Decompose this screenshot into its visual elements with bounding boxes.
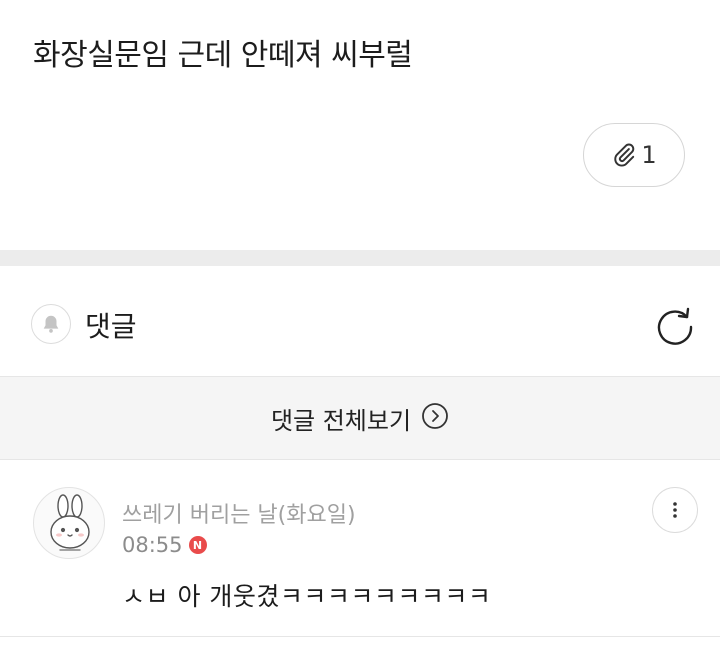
attachment-button[interactable]: 1 [583, 123, 685, 187]
view-all-comments-button[interactable]: 댓글 전체보기 [0, 376, 720, 460]
rabbit-avatar-icon[interactable] [33, 487, 105, 559]
comments-title: 댓글 [85, 310, 137, 343]
bottom-divider [0, 636, 720, 637]
post-text: 화장실문임 근데 안떼져 씨부럴 [33, 38, 413, 73]
refresh-icon[interactable] [654, 304, 696, 346]
more-vertical-icon[interactable] [652, 487, 698, 533]
chevron-right-circle-icon [421, 402, 449, 434]
attachment-count: 1 [641, 141, 657, 169]
comment-meta: 08:55 N [122, 533, 207, 557]
comment-text: ㅅㅂ 아 개웃겼ㅋㅋㅋㅋㅋㅋㅋㅋㅋ [122, 582, 492, 611]
post-body: 화장실문임 근데 안떼져 씨부럴 1 [0, 0, 720, 250]
view-all-label: 댓글 전체보기 [270, 406, 412, 435]
bell-icon[interactable] [31, 304, 71, 344]
paperclip-icon [611, 142, 637, 168]
section-divider [0, 250, 720, 266]
new-badge: N [188, 536, 207, 554]
comment-time: 08:55 [122, 533, 183, 557]
comment-author[interactable]: 쓰레기 버리는 날(화요일) [122, 497, 356, 529]
